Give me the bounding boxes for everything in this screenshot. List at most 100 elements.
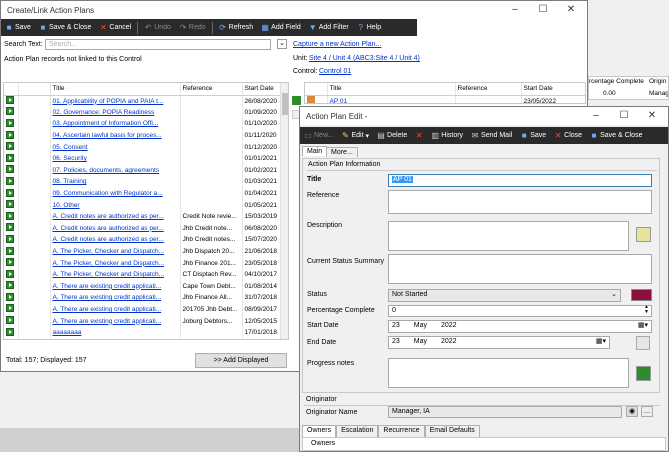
table-row[interactable]: 08. Training 01/03/2021 <box>4 176 281 188</box>
row-title[interactable]: A. There are existing credit applicati..… <box>50 315 181 327</box>
maximize-button[interactable]: ☐ <box>529 1 557 19</box>
row-title[interactable]: A. The Picker, Checker and Dispatch... <box>50 245 181 258</box>
row-title[interactable]: A. There are existing credit applicati..… <box>50 292 181 304</box>
row-title[interactable]: 04. Ascertain lawful basis for proces... <box>50 129 181 142</box>
help-button[interactable]: ? Help <box>353 19 385 36</box>
linked-row-title[interactable]: AP 01 <box>327 95 456 103</box>
row-title[interactable]: A. The Picker, Checker and Dispatch... <box>50 268 181 281</box>
table-row[interactable]: 03. Appointment of Information Offi... 01… <box>4 118 281 130</box>
unlink-arrow-icon[interactable] <box>307 96 315 103</box>
row-title[interactable]: 10. Other <box>50 199 181 211</box>
row-title[interactable]: 03. Appointment of Information Offi... <box>50 118 181 130</box>
link-row-button[interactable] <box>6 130 14 139</box>
link-row-button[interactable] <box>6 200 14 209</box>
row-title[interactable]: 07. Policies, documents, agreements <box>50 164 181 177</box>
link-row-button[interactable] <box>6 107 14 116</box>
far-column-pct[interactable]: rcentage Complete <box>589 78 646 85</box>
table-row[interactable]: A. Credit notes are authorized as per...… <box>4 210 281 223</box>
tab-owners[interactable]: Owners <box>302 425 337 437</box>
row-title[interactable]: A. There are existing credit applicati..… <box>50 303 181 316</box>
save-close-button[interactable]: ■ Save & Close <box>35 19 95 36</box>
delete-button[interactable]: ▤ Delete <box>373 127 411 144</box>
link-row-button[interactable] <box>6 304 14 313</box>
far-column-origin[interactable]: Origin <box>649 78 666 85</box>
refresh-button[interactable]: ⟳ Refresh <box>215 19 258 36</box>
reference-field[interactable] <box>388 190 652 214</box>
add-field-button[interactable]: ▦ Add Field <box>257 19 305 36</box>
link-row-button[interactable] <box>6 246 14 255</box>
link-row-button[interactable] <box>6 281 14 290</box>
link-row-button[interactable] <box>6 165 14 174</box>
table-row[interactable]: A. The Picker, Checker and Dispatch... Jh… <box>4 257 281 269</box>
row-title[interactable]: 06. Security <box>50 152 181 165</box>
progress-notes-field[interactable] <box>388 358 629 388</box>
tab-recurrence[interactable]: Recurrence <box>378 425 425 437</box>
row-title[interactable]: A. Credit notes are authorized as per... <box>50 210 181 223</box>
table-row[interactable]: A. Credit notes are authorized as per...… <box>4 222 281 235</box>
add-arrow-button[interactable] <box>292 96 301 105</box>
edit-button[interactable]: ✎ Edit ▾ <box>337 127 373 144</box>
new-button[interactable]: ▭ New... <box>300 127 337 144</box>
tab-escalation[interactable]: Escalation <box>336 425 379 437</box>
row-title[interactable]: A. The Picker, Checker and Dispatch... <box>50 257 181 269</box>
edit-save-button[interactable]: ■ Save <box>516 127 550 144</box>
minimize-button[interactable]: – <box>501 1 529 19</box>
link-row-button[interactable] <box>6 176 14 185</box>
description-editor-icon[interactable] <box>636 227 651 242</box>
end-date-field[interactable]: 23 May 2022 ▦▾ <box>388 336 610 349</box>
link-row-button[interactable] <box>6 188 14 197</box>
close-window-button[interactable]: ✕ <box>557 1 585 19</box>
undo-button[interactable]: ↶ Undo <box>140 19 175 36</box>
end-date-extra-icon[interactable] <box>636 336 650 350</box>
history-button[interactable]: ▥ History <box>427 127 467 144</box>
row-title[interactable]: 02. Governance: POPIA Readiness <box>50 106 181 119</box>
add-note-icon[interactable] <box>636 366 651 381</box>
edit-maximize-button[interactable]: ☐ <box>610 107 638 125</box>
link-row-button[interactable] <box>6 327 14 336</box>
linked-column-reference[interactable]: Reference <box>455 83 522 96</box>
table-row[interactable]: 04. Ascertain lawful basis for proces...… <box>4 129 281 142</box>
link-row-button[interactable] <box>6 96 14 105</box>
table-row[interactable]: 07. Policies, documents, agreements 01/02… <box>4 164 281 177</box>
add-displayed-button[interactable]: >> Add Displayed <box>195 353 287 368</box>
vertical-scrollbar[interactable] <box>280 83 288 339</box>
add-filter-button[interactable]: ▼ Add Filter <box>305 19 353 36</box>
column-header-reference[interactable]: Reference <box>180 83 243 96</box>
link-row-button[interactable] <box>6 223 14 232</box>
title-field[interactable]: AP 01 <box>388 174 652 187</box>
edit-save-close-button[interactable]: ■ Save & Close <box>586 127 646 144</box>
tab-more[interactable]: More... <box>326 147 358 157</box>
table-row[interactable]: 09. Communication with Regulator a... 01/… <box>4 187 281 200</box>
link-row-button[interactable] <box>6 258 14 267</box>
row-title[interactable]: aaaaaaaa <box>50 326 181 339</box>
status-select[interactable]: Not Started ⌄ <box>388 289 621 302</box>
tab-email-defaults[interactable]: Email Defaults <box>424 425 480 437</box>
delete-x-button[interactable]: ✕ <box>411 127 427 144</box>
table-row[interactable]: A. Credit notes are authorized as per...… <box>4 234 281 246</box>
column-header-start-date[interactable]: Start Date <box>242 83 281 96</box>
link-row-button[interactable] <box>6 316 14 325</box>
link-row-button[interactable] <box>6 153 14 162</box>
edit-minimize-button[interactable]: – <box>582 107 610 125</box>
table-row[interactable]: 05. Consent 01/12/2020 <box>4 141 281 153</box>
table-row[interactable]: A. There are existing credit applicati..… <box>4 315 281 327</box>
table-row[interactable]: 10. Other 01/05/2021 <box>4 199 281 211</box>
edit-close-window-button[interactable]: ✕ <box>638 107 666 125</box>
originator-field[interactable]: Manager, IA <box>388 406 622 418</box>
table-row[interactable]: A. The Picker, Checker and Dispatch... Jh… <box>4 245 281 258</box>
capture-new-link[interactable]: Capture a new Action Plan... <box>293 41 381 48</box>
current-status-field[interactable] <box>388 254 652 284</box>
table-row[interactable]: A. There are existing credit applicati..… <box>4 280 281 293</box>
row-title[interactable]: A. There are existing credit applicati..… <box>50 280 181 293</box>
link-row-button[interactable] <box>6 292 14 301</box>
redo-button[interactable]: ↷ Redo <box>175 19 210 36</box>
link-row-button[interactable] <box>6 211 14 220</box>
edit-close-button[interactable]: ✕ Close <box>550 127 586 144</box>
link-row-button[interactable] <box>6 234 14 243</box>
link-row-button[interactable] <box>6 269 14 278</box>
calendar-icon[interactable]: ▦▾ <box>596 337 606 345</box>
tab-main[interactable]: Main <box>302 146 328 156</box>
cancel-button[interactable]: ✕ Cancel <box>95 19 135 36</box>
table-row[interactable]: A. There are existing credit applicati..… <box>4 303 281 316</box>
stepper-icon[interactable]: ▲ ▼ <box>644 305 649 315</box>
